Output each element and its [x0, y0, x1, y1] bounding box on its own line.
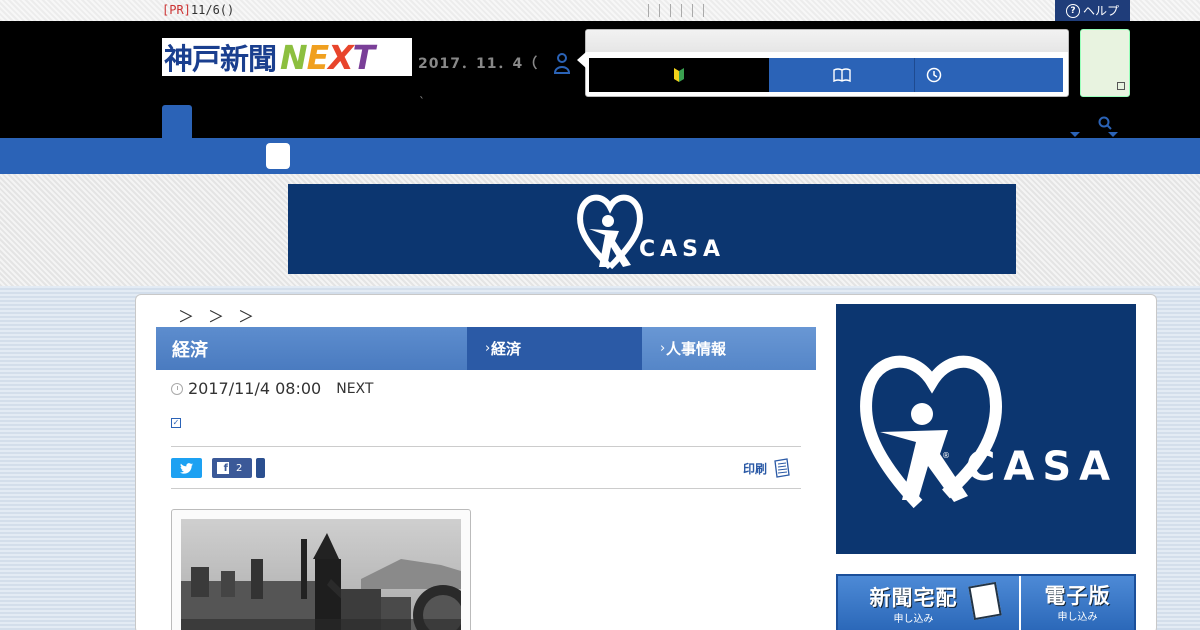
- member-nav-row: [589, 58, 1063, 92]
- newspaper-icon: [968, 581, 1002, 621]
- history-button[interactable]: [915, 58, 1063, 92]
- top-strip: [PR]11/6() ? ヘルプ: [0, 0, 1200, 21]
- print-icon: [774, 458, 790, 478]
- search-icon[interactable]: [1098, 116, 1112, 130]
- article-photo-frame: [171, 509, 471, 630]
- divider: [171, 446, 801, 447]
- casa-wordmark: CASA: [639, 237, 725, 262]
- help-button[interactable]: ? ヘルプ: [1055, 0, 1130, 21]
- digital-edition-sub: 申し込み: [1057, 612, 1098, 623]
- share-more-button[interactable]: [256, 458, 265, 478]
- logo-next: NEXT: [280, 37, 375, 77]
- article-photo[interactable]: [181, 519, 461, 630]
- digital-edition-title: 電子版: [1044, 584, 1111, 608]
- member-nav-panel: [577, 29, 1069, 97]
- svg-text:®: ®: [942, 451, 950, 460]
- category-title: 経済: [156, 327, 467, 370]
- bookmark-button[interactable]: [769, 58, 915, 92]
- clock-icon: [926, 67, 942, 83]
- pr-headline-link[interactable]: [PR]11/6(): [162, 3, 234, 17]
- article-source: NEXT: [336, 380, 374, 397]
- beginner-mark-icon: [674, 68, 684, 82]
- steel-mill-photo: [181, 519, 461, 630]
- help-label: ヘルプ: [1082, 4, 1119, 18]
- header-mark: `: [419, 95, 425, 109]
- breadcrumb[interactable]: ＞＞＞: [178, 303, 268, 327]
- site-header: 神戸新聞 NEXT 2017．11．4（ `: [0, 21, 1200, 138]
- category-header: 経済 経済 人事情報: [156, 327, 816, 370]
- facebook-icon: f: [217, 462, 229, 474]
- article-datetime: 2017/11/4 08:00: [188, 379, 322, 398]
- top-link-divider: [681, 4, 682, 17]
- top-link-divider: [659, 4, 660, 17]
- svg-text:CASA: CASA: [966, 444, 1118, 490]
- checkbox[interactable]: ✓: [171, 418, 181, 428]
- nav-bar-item[interactable]: [266, 143, 290, 169]
- banner-area: CASA: [0, 174, 1200, 286]
- casa-heart-logo-icon: ® CASA: [860, 355, 1118, 509]
- casa-banner-ad[interactable]: CASA: [288, 184, 1016, 274]
- digital-edition-signup[interactable]: 電子版 申し込み: [1021, 576, 1134, 630]
- print-label: 印刷: [743, 461, 768, 476]
- book-icon: [832, 68, 851, 82]
- side-panel-box[interactable]: [1080, 29, 1130, 97]
- top-links: [648, 4, 704, 17]
- home-delivery-title: 新聞宅配: [869, 586, 958, 610]
- user-icon[interactable]: [553, 51, 571, 75]
- beginner-button[interactable]: [589, 58, 769, 92]
- clock-icon: [171, 382, 183, 395]
- site-logo[interactable]: 神戸新聞 NEXT: [162, 37, 412, 77]
- home-delivery-sub: 申し込み: [893, 614, 934, 625]
- panel-header: [586, 30, 1068, 52]
- top-link-divider: [703, 4, 704, 17]
- panel-pointer: [577, 52, 586, 68]
- top-link-divider: [692, 4, 693, 17]
- header-date: 2017．11．4（: [418, 56, 539, 72]
- nav-tab-active[interactable]: [162, 105, 192, 138]
- twitter-share-button[interactable]: [171, 458, 202, 478]
- pr-tag: [PR]: [162, 3, 191, 17]
- casa-heart-logo-icon: [577, 194, 643, 270]
- top-link-divider: [648, 4, 649, 17]
- facebook-share-button[interactable]: f 2: [212, 458, 252, 478]
- subscription-promo: 新聞宅配 申し込み 電子版 申し込み: [836, 574, 1136, 630]
- tab-economy[interactable]: 経済: [467, 327, 642, 370]
- logo-kobe-shimbun: 神戸新聞: [164, 42, 277, 76]
- facebook-share-count: 2: [236, 462, 243, 474]
- tab-personnel[interactable]: 人事情報: [642, 327, 816, 370]
- sidebar-casa-ad[interactable]: ® CASA: [836, 304, 1136, 554]
- twitter-icon: [180, 462, 193, 474]
- chevron-down-icon[interactable]: [1108, 132, 1118, 137]
- svg-text:CASA: CASA: [639, 237, 725, 262]
- pr-text: 11/6(): [190, 3, 235, 17]
- article-meta: 2017/11/4 08:00 NEXT: [171, 379, 373, 398]
- divider: [171, 488, 801, 489]
- external-window-icon: [1117, 82, 1125, 90]
- home-delivery-signup[interactable]: 新聞宅配 申し込み: [838, 576, 1021, 630]
- main-nav-bar: [0, 138, 1200, 174]
- question-icon: ?: [1065, 3, 1080, 18]
- chevron-down-icon[interactable]: [1070, 132, 1080, 137]
- top-link-divider: [670, 4, 671, 17]
- print-button[interactable]: 印刷: [743, 458, 791, 478]
